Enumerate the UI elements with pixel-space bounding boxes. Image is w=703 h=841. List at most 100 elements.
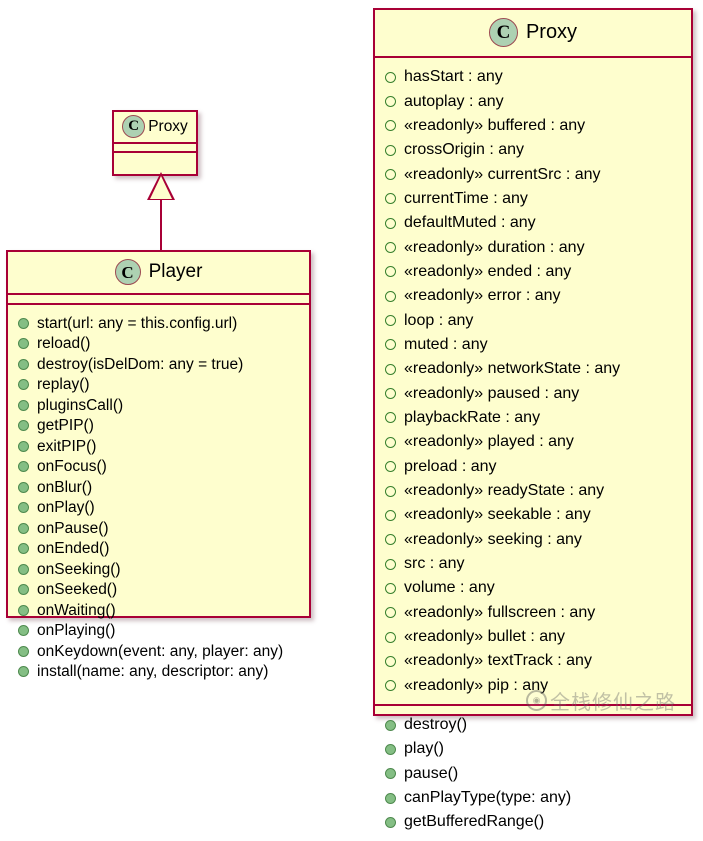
attribute-row: currentTime : any xyxy=(375,187,691,211)
method-row: onPause() xyxy=(8,518,309,539)
method-signature: onSeeked() xyxy=(37,581,118,598)
attribute-row: «readonly» pip : any xyxy=(375,674,691,698)
method-row: onPlaying() xyxy=(8,621,309,642)
method-signature: destroy(isDelDom: any = true) xyxy=(37,355,244,373)
method-visibility-marker-icon xyxy=(18,666,29,678)
generalization-arrow-player-to-proxy xyxy=(140,172,182,252)
method-visibility-marker-icon xyxy=(18,625,29,637)
attribute-signature: preload : any xyxy=(404,457,497,475)
attribute-signature: «readonly» textTrack : any xyxy=(404,652,592,670)
class-title-player: C Player xyxy=(8,252,309,295)
method-visibility-marker-icon xyxy=(18,604,29,616)
attribute-visibility-marker-icon xyxy=(385,680,396,692)
method-row: destroy(isDelDom: any = true) xyxy=(8,354,309,375)
method-row: onWaiting() xyxy=(8,600,309,621)
method-visibility-marker-icon xyxy=(385,768,396,780)
attribute-visibility-marker-icon xyxy=(385,71,396,83)
attribute-visibility-marker-icon xyxy=(385,607,396,619)
method-visibility-marker-icon xyxy=(385,719,396,731)
method-signature: onPlaying() xyxy=(37,622,116,639)
method-visibility-marker-icon xyxy=(18,317,29,329)
method-row: onEnded() xyxy=(8,539,309,560)
attribute-visibility-marker-icon xyxy=(385,582,396,594)
attribute-row: «readonly» error : any xyxy=(375,284,691,308)
attribute-visibility-marker-icon xyxy=(385,339,396,351)
attribute-visibility-marker-icon xyxy=(385,315,396,327)
class-name-label: Proxy xyxy=(525,21,578,43)
method-signature: onFocus() xyxy=(37,458,107,475)
attribute-signature: «readonly» fullscreen : any xyxy=(404,603,596,621)
attribute-visibility-marker-icon xyxy=(385,363,396,375)
method-signature: destroy() xyxy=(404,716,468,734)
method-row: getBufferedRange() xyxy=(375,810,691,834)
method-visibility-marker-icon xyxy=(18,440,29,452)
method-visibility-marker-icon xyxy=(18,399,29,411)
methods-compartment-empty xyxy=(114,153,196,162)
attribute-row: «readonly» currentSrc : any xyxy=(375,162,691,186)
attribute-signature: «readonly» buffered : any xyxy=(404,116,586,134)
method-visibility-marker-icon xyxy=(18,481,29,493)
attribute-visibility-marker-icon xyxy=(385,144,396,156)
attribute-signature: volume : any xyxy=(404,579,495,597)
attribute-signature: muted : any xyxy=(404,335,488,353)
class-box-proxy[interactable]: C Proxy hasStart : any autoplay : any «rea… xyxy=(373,8,693,830)
attribute-visibility-marker-icon xyxy=(385,242,396,254)
method-signature: pluginsCall() xyxy=(37,396,124,414)
attribute-signature: autoplay : any xyxy=(404,92,504,110)
attribute-visibility-marker-icon xyxy=(385,534,396,546)
attribute-signature: «readonly» paused : any xyxy=(404,384,580,402)
hollow-triangle-fill xyxy=(150,176,172,199)
method-signature: onPlay() xyxy=(37,499,95,516)
attribute-row: crossOrigin : any xyxy=(375,138,691,162)
method-visibility-marker-icon xyxy=(18,522,29,534)
attributes-compartment: hasStart : any autoplay : any «readonly» b… xyxy=(375,58,691,706)
attribute-row: playbackRate : any xyxy=(375,406,691,430)
attribute-visibility-marker-icon xyxy=(385,388,396,400)
method-visibility-marker-icon xyxy=(18,338,29,350)
attribute-signature: playbackRate : any xyxy=(404,408,541,426)
attribute-signature: currentTime : any xyxy=(404,189,528,207)
attributes-compartment-empty xyxy=(8,295,309,305)
class-stereotype-icon: C xyxy=(114,259,141,285)
attribute-visibility-marker-icon xyxy=(385,169,396,181)
method-signature: onEnded() xyxy=(37,540,110,557)
method-row: destroy() xyxy=(375,713,691,737)
attribute-visibility-marker-icon xyxy=(385,193,396,205)
method-signature: play() xyxy=(404,740,445,758)
attribute-row: preload : any xyxy=(375,455,691,479)
attribute-row: «readonly» textTrack : any xyxy=(375,649,691,673)
attribute-signature: «readonly» duration : any xyxy=(404,238,585,256)
attribute-visibility-marker-icon xyxy=(385,217,396,229)
attribute-signature: crossOrigin : any xyxy=(404,141,525,159)
class-box-proxy-super[interactable]: C Proxy xyxy=(112,110,198,176)
method-row: onPlay() xyxy=(8,498,309,519)
method-signature: reload() xyxy=(37,335,91,352)
method-signature: pause() xyxy=(404,764,459,782)
class-stereotype-icon: C xyxy=(122,115,146,138)
method-signature: getPIP() xyxy=(37,417,94,434)
attribute-row: «readonly» fullscreen : any xyxy=(375,601,691,625)
method-signature: canPlayType(type: any) xyxy=(404,789,572,807)
attribute-row: hasStart : any xyxy=(375,65,691,89)
method-visibility-marker-icon xyxy=(385,792,396,804)
method-visibility-marker-icon xyxy=(18,584,29,596)
method-row: canPlayType(type: any) xyxy=(375,786,691,810)
attribute-signature: «readonly» readyState : any xyxy=(404,482,605,500)
method-visibility-marker-icon xyxy=(18,645,29,657)
class-box-player[interactable]: C Player start(url: any = this.config.ur… xyxy=(6,250,311,679)
attribute-signature: «readonly» played : any xyxy=(404,433,574,451)
method-signature: replay() xyxy=(37,376,90,393)
generalization-line xyxy=(159,199,162,252)
attribute-row: «readonly» seekable : any xyxy=(375,503,691,527)
method-visibility-marker-icon xyxy=(18,461,29,473)
method-row: onKeydown(event: any, player: any) xyxy=(8,641,309,662)
attribute-signature: «readonly» pip : any xyxy=(404,676,549,694)
method-visibility-marker-icon xyxy=(18,420,29,432)
attributes-compartment-empty xyxy=(114,144,196,153)
method-visibility-marker-icon xyxy=(385,743,396,755)
method-row: start(url: any = this.config.url) xyxy=(8,313,309,334)
attribute-visibility-marker-icon xyxy=(385,509,396,521)
attribute-signature: «readonly» error : any xyxy=(404,287,561,305)
method-signature: onWaiting() xyxy=(37,601,116,619)
method-row: reload() xyxy=(8,334,309,355)
